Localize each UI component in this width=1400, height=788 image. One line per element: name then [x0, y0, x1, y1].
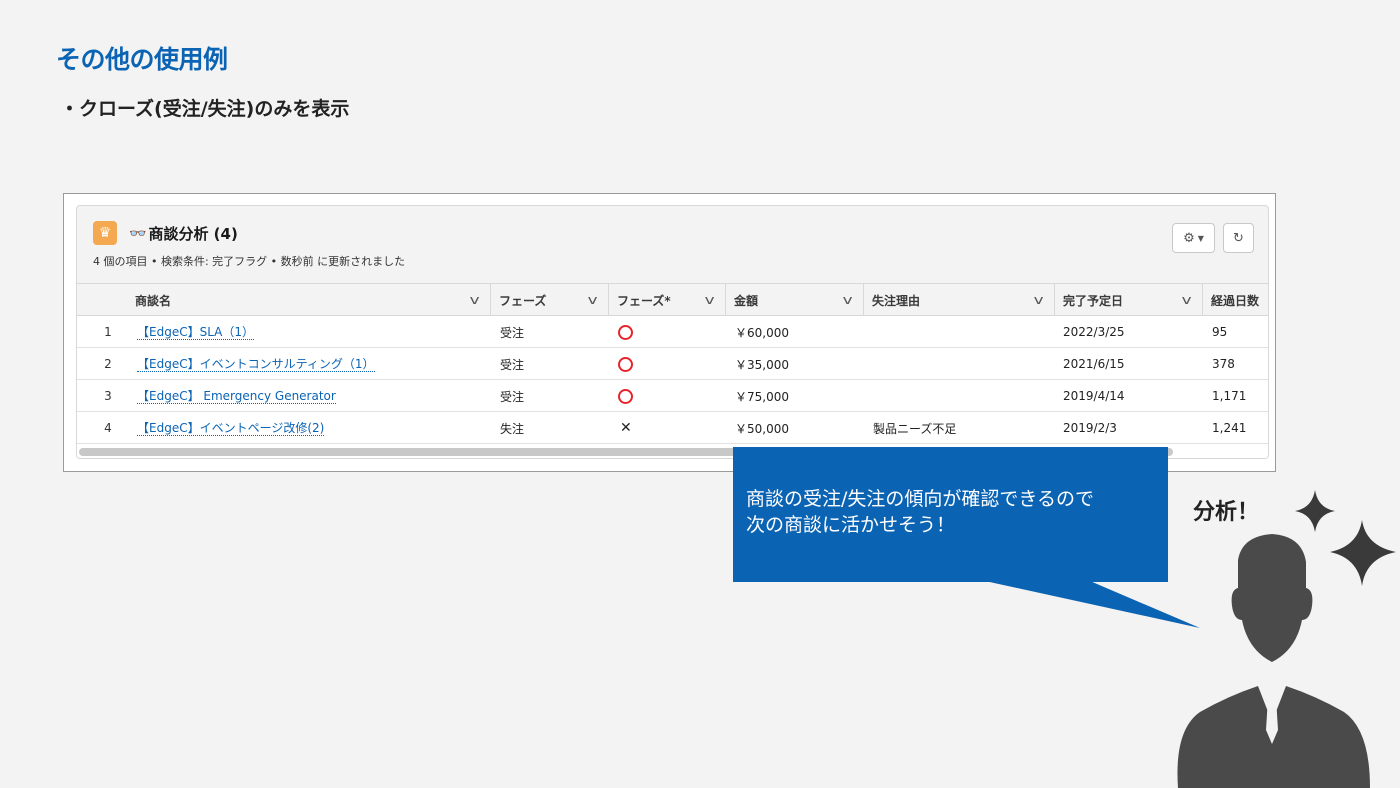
opportunity-link[interactable]: 【EdgeC】 Emergency Generator [137, 389, 336, 404]
gear-icon: ⚙ [1183, 230, 1195, 246]
refresh-button[interactable]: ↻ [1223, 223, 1254, 253]
lost-cross-icon: ✕ [620, 420, 632, 436]
close-date-cell: 2019/4/14 [1063, 389, 1125, 403]
column-label: 商談名 [135, 293, 172, 308]
slide-title: その他の使用例 [56, 45, 228, 74]
opportunity-link[interactable]: 【EdgeC】イベントページ改修(2) [137, 421, 325, 436]
sparkle-large-icon [1330, 520, 1396, 586]
slide-subtitle: ・クローズ(受注/失注)のみを表示 [60, 98, 350, 120]
phase-cell: 受注 [500, 389, 525, 404]
speech-bubble-line-2: 次の商談に活かせそう！ [746, 514, 956, 536]
amount-cell: ￥60,000 [735, 325, 789, 340]
speech-bubble-text: 商談の受注/失注の傾向が確認できるので 次の商談に活かせそう！ [746, 486, 1094, 538]
list-settings-button[interactable]: ⚙ ▼ [1172, 223, 1215, 253]
days-cell: 378 [1212, 357, 1235, 371]
column-header-name[interactable]: 商談名 v [127, 284, 490, 316]
row-number: 3 [104, 389, 112, 403]
opportunity-name-cell: 【EdgeC】イベントページ改修(2) [137, 412, 325, 444]
chevron-down-icon[interactable]: v [587, 293, 597, 307]
phase-cell: 受注 [500, 325, 525, 340]
phase-cell: 失注 [500, 421, 525, 436]
column-label: 金額 [734, 293, 759, 308]
days-cell: 95 [1212, 325, 1228, 339]
row-number: 2 [104, 357, 112, 371]
phase-mark-cell [616, 380, 633, 412]
amount-cell: ￥75,000 [735, 389, 789, 404]
column-label: 経過日数 [1211, 293, 1260, 308]
column-header-phase-mark[interactable]: フェーズ* v [608, 284, 725, 316]
column-label: 完了予定日 [1063, 293, 1124, 308]
close-date-cell: 2019/2/3 [1063, 421, 1117, 435]
table-row: 1 【EdgeC】SLA（1） 受注 ￥60,000 2022/3/25 95 [77, 316, 1268, 348]
days-cell: 1,171 [1212, 389, 1247, 403]
chevron-down-icon[interactable]: v [842, 293, 852, 307]
list-view-title-text: 商談分析 (4) [148, 225, 238, 243]
person-head [1231, 534, 1313, 662]
list-view-title: 👓 商談分析 (4) [129, 223, 238, 244]
speech-bubble-tail [985, 581, 1200, 628]
phase-mark-cell: ✕ [618, 412, 632, 444]
won-circle-icon [618, 388, 633, 404]
amount-cell: ￥35,000 [735, 357, 789, 372]
column-label: 失注理由 [872, 293, 921, 308]
chevron-down-icon[interactable]: v [1033, 293, 1043, 307]
lost-reason-cell: 製品ニーズ不足 [873, 421, 957, 436]
column-header-lost-reason[interactable]: 失注理由 v [863, 284, 1054, 316]
column-header-phase[interactable]: フェーズ v [490, 284, 608, 316]
table-header: 商談名 v フェーズ v フェーズ* v 金額 v 失注理由 v 完了予定日 v… [77, 284, 1268, 316]
row-number: 4 [104, 421, 112, 435]
table-row: 3 【EdgeC】 Emergency Generator 受注 ￥75,000… [77, 380, 1268, 412]
screenshot-frame: ♛ 👓 商談分析 (4) 4 個の項目 • 検索条件: 完了フラグ • 数秒前 … [63, 193, 1276, 472]
column-header-close-date[interactable]: 完了予定日 v [1054, 284, 1202, 316]
won-circle-icon [618, 356, 633, 372]
table-row: 2 【EdgeC】イベントコンサルティング（1） 受注 ￥35,000 2021… [77, 348, 1268, 380]
column-label: フェーズ [499, 293, 547, 308]
chevron-down-icon: ▼ [1197, 233, 1204, 243]
list-view-meta: 4 個の項目 • 検索条件: 完了フラグ • 数秒前 に更新されました [93, 255, 406, 268]
chevron-down-icon[interactable]: v [1181, 293, 1191, 307]
opportunity-link[interactable]: 【EdgeC】イベントコンサルティング（1） [137, 357, 375, 372]
column-header-amount[interactable]: 金額 v [725, 284, 863, 316]
chevron-down-icon[interactable]: v [704, 293, 714, 307]
column-header-days[interactable]: 経過日数 [1202, 284, 1268, 316]
glasses-icon: 👓 [129, 225, 147, 242]
data-table: 商談名 v フェーズ v フェーズ* v 金額 v 失注理由 v 完了予定日 v… [77, 283, 1268, 458]
opportunity-name-cell: 【EdgeC】イベントコンサルティング（1） [137, 348, 375, 380]
won-circle-icon [618, 324, 633, 340]
refresh-icon: ↻ [1233, 230, 1244, 246]
list-view-card: ♛ 👓 商談分析 (4) 4 個の項目 • 検索条件: 完了フラグ • 数秒前 … [76, 205, 1269, 459]
opportunity-name-cell: 【EdgeC】SLA（1） [137, 316, 255, 348]
chevron-down-icon[interactable]: v [469, 293, 479, 307]
table-row: 4 【EdgeC】イベントページ改修(2) 失注 ✕ ￥50,000 製品ニーズ… [77, 412, 1268, 444]
close-date-cell: 2022/3/25 [1063, 325, 1125, 339]
column-label: フェーズ* [617, 293, 671, 308]
opportunity-name-cell: 【EdgeC】 Emergency Generator [137, 380, 336, 412]
phase-mark-cell [616, 348, 633, 380]
crown-icon: ♛ [93, 221, 117, 245]
row-number: 1 [104, 325, 112, 339]
close-date-cell: 2021/6/15 [1063, 357, 1125, 371]
days-cell: 1,241 [1212, 421, 1247, 435]
row-number-header [77, 284, 127, 316]
opportunity-link[interactable]: 【EdgeC】SLA（1） [137, 325, 255, 340]
businessman-icon [1177, 490, 1396, 788]
sparkle-small-icon [1295, 490, 1335, 532]
phase-cell: 受注 [500, 357, 525, 372]
amount-cell: ￥50,000 [735, 421, 789, 436]
phase-mark-cell [616, 316, 633, 348]
speech-bubble-line-1: 商談の受注/失注の傾向が確認できるので [746, 488, 1095, 510]
